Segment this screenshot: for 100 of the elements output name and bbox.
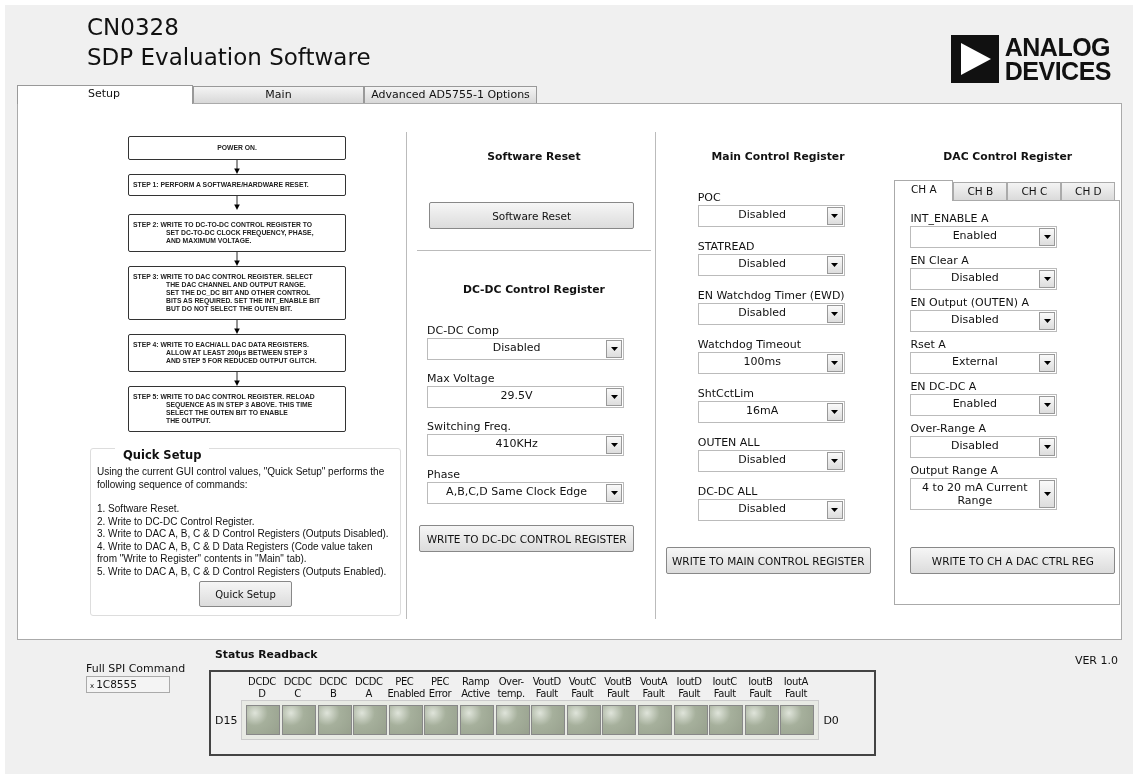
- write-button[interactable]: WRITE TO MAIN CONTROL REGISTER: [665, 547, 871, 574]
- field-label: Over-Range A: [910, 422, 987, 436]
- down-arrow-icon: [233, 196, 241, 210]
- dropdown[interactable]: Disabled: [910, 436, 1058, 458]
- field-label: Watchdog Timeout: [697, 338, 803, 352]
- caret-icon: [1043, 277, 1051, 281]
- bit-label: DCDC A: [353, 676, 384, 700]
- tab[interactable]: Setup: [17, 85, 193, 104]
- field-label: DC-DC ALL: [697, 485, 759, 499]
- tab[interactable]: Main: [193, 86, 364, 103]
- dropdown[interactable]: Disabled: [427, 338, 625, 360]
- caret-icon: [1043, 235, 1051, 239]
- field-label: Phase: [427, 468, 461, 482]
- software-reset-button[interactable]: Software Reset: [429, 202, 635, 229]
- caret-icon: [831, 508, 839, 512]
- caret-icon: [610, 491, 618, 495]
- bit-label: IoutB Fault: [747, 676, 774, 700]
- version-text: VER 1.0: [1074, 654, 1118, 667]
- list-item: 1. Software Reset.: [97, 503, 181, 516]
- section-title: Main Control Register: [710, 150, 846, 163]
- caret-icon: [831, 410, 839, 414]
- dropdown[interactable]: 29.5V: [427, 386, 625, 408]
- write-button[interactable]: WRITE TO DC-DC CONTROL REGISTER: [419, 525, 635, 552]
- field-label: Switching Freq.: [427, 420, 513, 434]
- caret-icon: [831, 263, 839, 267]
- list-item: 4. Write to DAC A, B, C & D Data Registers (Code value taken from "Write to Register" contents in "Main" tab).: [97, 540, 374, 566]
- field-label: Output Range A: [910, 464, 999, 478]
- bit-label: Over- temp.: [496, 676, 526, 700]
- caret-icon: [1043, 492, 1051, 496]
- field-label: POC: [697, 191, 722, 205]
- field-label: Max Voltage: [427, 372, 496, 386]
- description-text: Using the current GUI control values, "Quick Setup" performs the following sequence of commands:: [97, 466, 386, 491]
- caret-icon: [831, 361, 839, 365]
- dropdown[interactable]: Disabled: [697, 205, 845, 227]
- dropdown[interactable]: Enabled: [910, 226, 1058, 248]
- caret-icon: [1043, 361, 1051, 365]
- dropdown[interactable]: Disabled: [697, 254, 845, 276]
- field-label: STATREAD: [697, 240, 756, 254]
- caret-icon: [610, 443, 618, 447]
- bit-label: IoutA Fault: [782, 676, 809, 700]
- down-arrow-icon: [233, 372, 241, 386]
- channel-tab[interactable]: CH A: [894, 180, 954, 201]
- field-label: EN DC-DC A: [910, 380, 978, 394]
- caret-icon: [1043, 319, 1051, 323]
- caret-icon: [831, 214, 839, 218]
- field-label: INT_ENABLE A: [910, 212, 990, 226]
- channel-tab[interactable]: CH D: [1061, 182, 1116, 200]
- logo-text: ANALOG: [1004, 35, 1111, 59]
- dropdown[interactable]: 4 to 20 mA Current Range: [910, 478, 1058, 510]
- bit-label: VoutC Fault: [567, 676, 598, 700]
- dropdown[interactable]: Disabled: [697, 450, 845, 472]
- channel-tab[interactable]: CH B: [953, 182, 1008, 200]
- field-label: Rset A: [910, 338, 947, 352]
- field-label: EN Clear A: [910, 254, 970, 268]
- dropdown[interactable]: Disabled: [697, 499, 845, 521]
- field-label: OUTEN ALL: [697, 436, 761, 450]
- logo-text: DEVICES: [1004, 59, 1111, 83]
- bit-label: VoutD Fault: [531, 676, 562, 700]
- dropdown[interactable]: 100ms: [697, 352, 845, 374]
- list-item: 5. Write to DAC A, B, C & D Control Registers (Outputs Enabled).: [97, 565, 388, 578]
- triangle-logo-icon: [950, 35, 999, 83]
- bit-label: Ramp Active: [460, 676, 491, 700]
- group-title: Quick Setup: [115, 448, 210, 462]
- bit-label: DCDC B: [318, 676, 349, 700]
- list-item: 3. Write to DAC A, B, C & D Control Registers (Outputs Disabled).: [97, 528, 390, 541]
- bit-label: DCDC D: [247, 676, 277, 700]
- dropdown[interactable]: Enabled: [910, 394, 1058, 416]
- dropdown[interactable]: External: [910, 352, 1058, 374]
- write-button[interactable]: WRITE TO CH A DAC CTRL REG: [910, 547, 1116, 574]
- field-label: ShtCctLim: [697, 387, 755, 401]
- section-title: DAC Control Register: [942, 150, 1074, 163]
- bit-label: IoutC Fault: [711, 676, 738, 700]
- dropdown[interactable]: Disabled: [697, 303, 845, 325]
- dropdown[interactable]: 16mA: [697, 401, 845, 423]
- caret-icon: [610, 347, 618, 351]
- list-item: 2. Write to DC-DC Control Register.: [97, 515, 256, 528]
- dropdown[interactable]: Disabled: [910, 268, 1058, 290]
- field-label: DC-DC Comp: [427, 324, 500, 338]
- bit-label: VoutB Fault: [603, 676, 633, 700]
- bit-label: VoutA Fault: [638, 676, 669, 700]
- app-title: CN0328: [87, 13, 180, 42]
- section-title: Software Reset: [486, 150, 582, 163]
- field-label: Full SPI Command: [86, 662, 187, 676]
- field-label: EN Watchdog Timer (EWD): [697, 289, 846, 303]
- dropdown[interactable]: 410KHz: [427, 434, 625, 456]
- caret-icon: [831, 312, 839, 316]
- dropdown[interactable]: Disabled: [910, 310, 1058, 332]
- section-title: Status Readback: [215, 648, 319, 661]
- caret-icon: [1043, 445, 1051, 449]
- field-label: EN Output (OUTEN) A: [910, 296, 1030, 310]
- tab[interactable]: Advanced AD5755-1 Options: [364, 86, 537, 103]
- quick-setup-button[interactable]: Quick Setup: [199, 581, 292, 607]
- down-arrow-icon: [233, 252, 241, 266]
- dropdown[interactable]: A,B,C,D Same Clock Edge: [427, 482, 625, 504]
- bit-label: D0: [823, 713, 839, 727]
- down-arrow-icon: [233, 320, 241, 334]
- caret-icon: [831, 459, 839, 463]
- caret-icon: [610, 395, 618, 399]
- channel-tab[interactable]: CH C: [1007, 182, 1062, 200]
- bit-label: D15: [215, 713, 238, 727]
